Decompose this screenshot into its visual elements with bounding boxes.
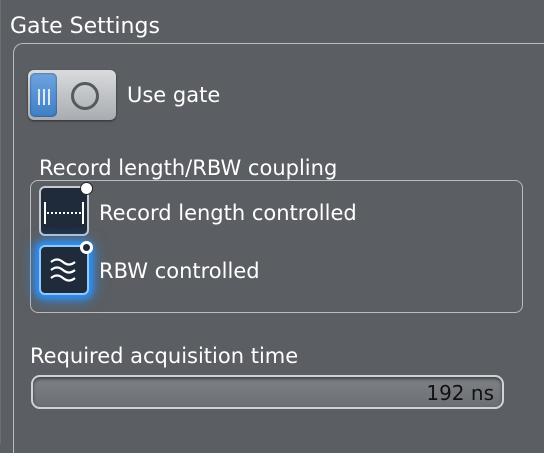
ring-icon xyxy=(71,82,99,110)
radio-dot xyxy=(80,182,93,195)
panel-title: Gate Settings xyxy=(10,14,160,39)
use-gate-toggle[interactable] xyxy=(28,70,116,120)
rbw-wave-icon xyxy=(50,258,76,282)
radio-dot-selected xyxy=(80,241,93,254)
gate-settings-panel: Gate Settings Use gate Record length/RBW… xyxy=(0,0,544,453)
acquisition-time-field: 192 ns xyxy=(31,375,504,409)
rbw-controlled-label: RBW controlled xyxy=(99,259,260,283)
toggle-on-indicator xyxy=(30,73,57,117)
record-length-controlled-label: Record length controlled xyxy=(99,201,357,225)
acquisition-time-label: Required acquisition time xyxy=(30,344,299,368)
record-length-controlled-option[interactable] xyxy=(39,182,93,236)
use-gate-label: Use gate xyxy=(127,83,221,107)
acquisition-time-value: 192 ns xyxy=(426,381,494,405)
rbw-controlled-option[interactable] xyxy=(39,241,93,295)
record-length-icon xyxy=(44,202,84,224)
bars-icon xyxy=(38,89,50,105)
coupling-group-label: Record length/RBW coupling xyxy=(39,156,338,180)
